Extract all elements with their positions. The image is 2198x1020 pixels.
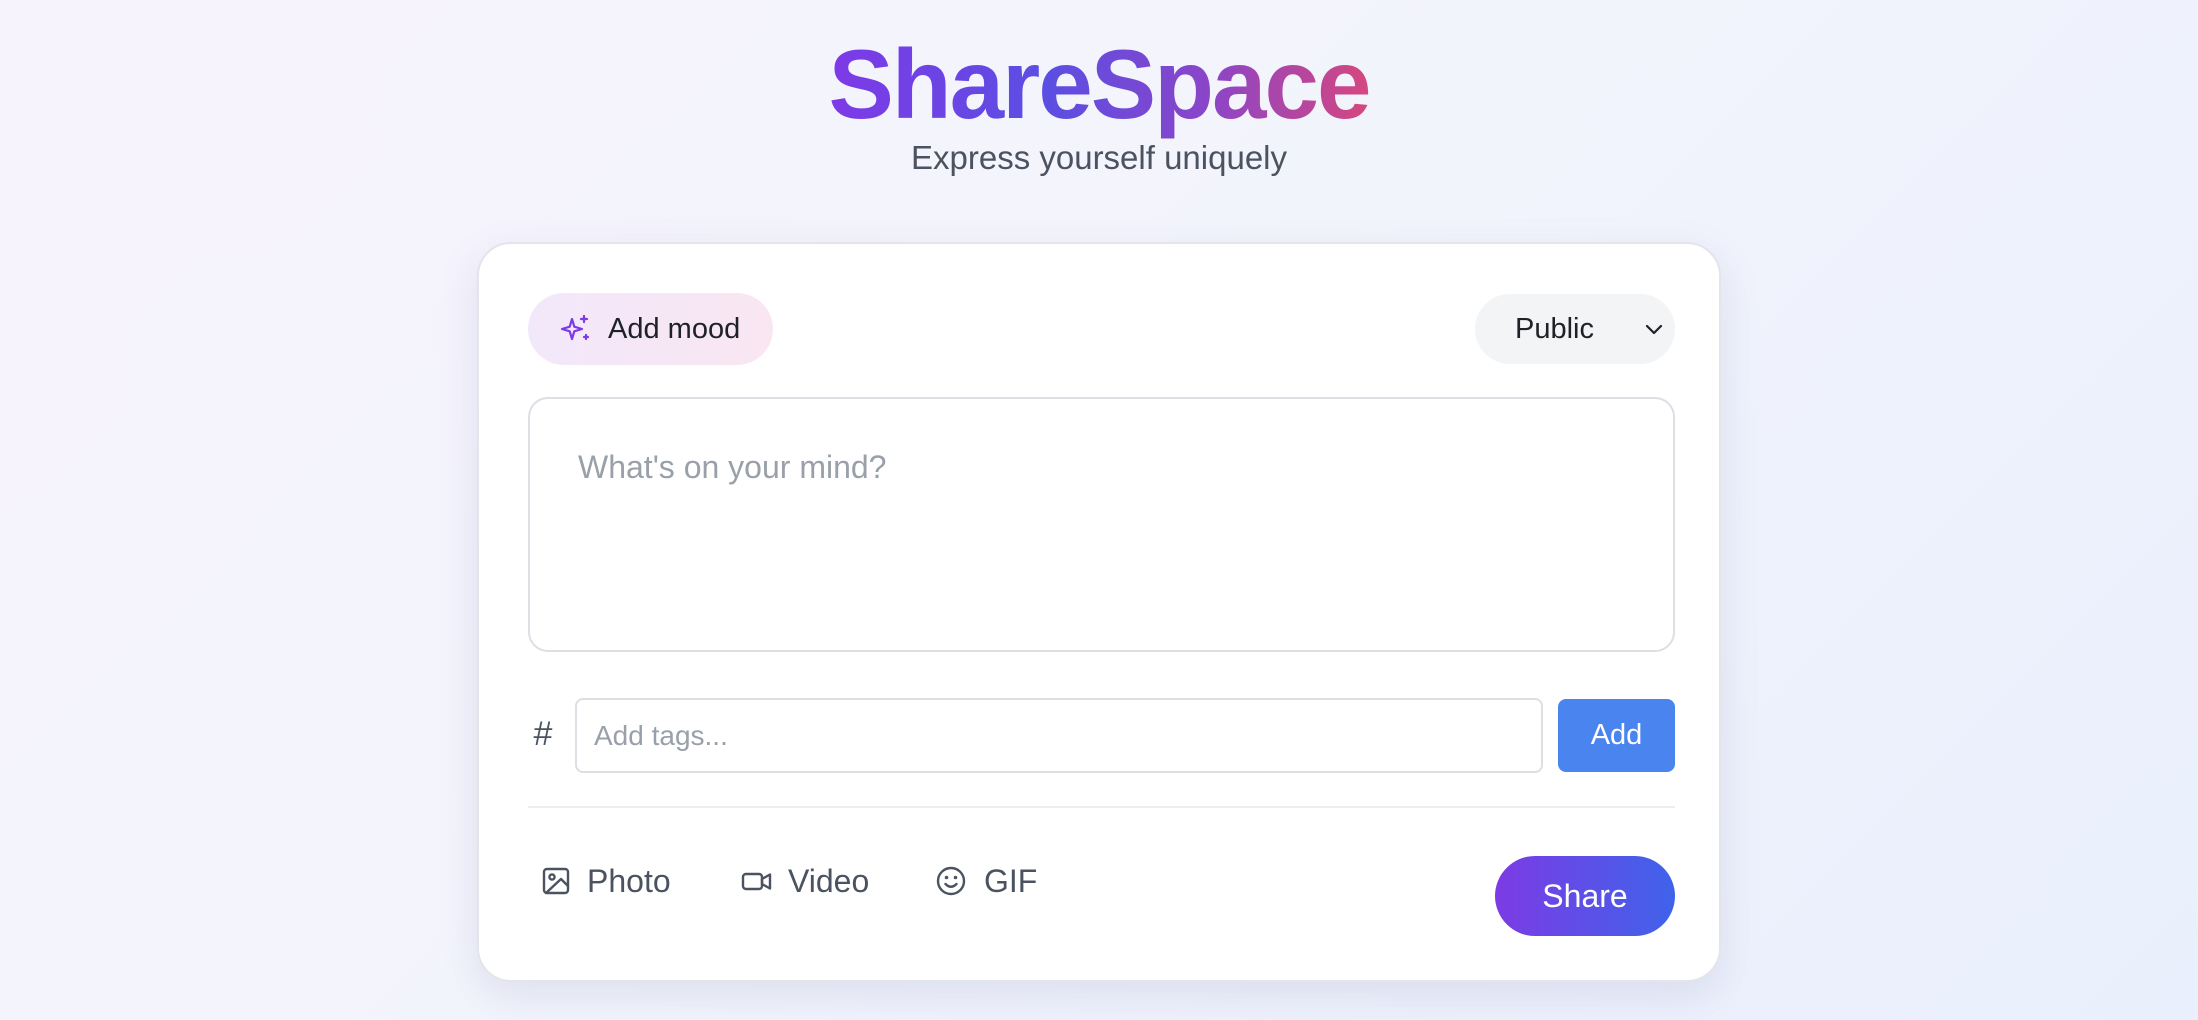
chevron-down-icon <box>1645 324 1663 335</box>
post-composer-card: Add mood Public # Add Photo Video <box>477 242 1721 982</box>
smile-icon <box>936 866 966 896</box>
app-header: ShareSpace Express yourself uniquely <box>0 28 2198 178</box>
photo-label: Photo <box>587 863 671 899</box>
photo-button[interactable]: Photo <box>540 848 680 914</box>
share-button[interactable]: Share <box>1495 856 1675 936</box>
video-button[interactable]: Video <box>741 848 881 914</box>
video-icon <box>741 872 772 891</box>
post-textarea[interactable] <box>528 397 1675 652</box>
image-icon <box>542 867 570 895</box>
hashtag-icon: # <box>533 715 553 753</box>
video-label: Video <box>788 863 870 899</box>
tags-input[interactable] <box>575 698 1543 773</box>
visibility-value: Public <box>1515 313 1594 345</box>
tagline: Express yourself uniquely <box>910 139 1288 176</box>
gif-button[interactable]: GIF <box>935 848 1045 914</box>
add-mood-label: Add mood <box>608 313 741 345</box>
add-mood-button[interactable]: Add mood <box>528 293 773 365</box>
brand-logo: ShareSpace <box>828 29 1371 139</box>
divider <box>528 806 1675 808</box>
add-tag-button[interactable]: Add <box>1558 699 1675 772</box>
visibility-select[interactable]: Public <box>1475 294 1675 364</box>
gif-label: GIF <box>984 863 1038 899</box>
sparkles-icon <box>560 314 590 341</box>
